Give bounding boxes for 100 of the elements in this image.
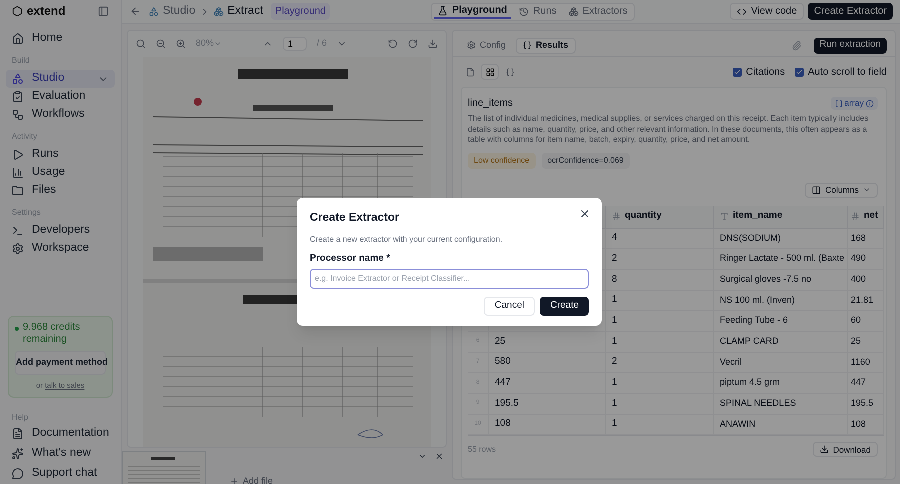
checkbox[interactable]: [733, 68, 742, 76]
table-cell: 8: [606, 270, 714, 290]
download-button[interactable]: Download: [813, 442, 878, 458]
breadcrumb-item[interactable]: Studio: [149, 2, 196, 20]
field-label: Processor name *: [310, 252, 392, 266]
sidebar-item[interactable]: Usage: [6, 164, 115, 182]
checkbox-label: Auto scroll to field: [808, 66, 887, 80]
table-cell: 490: [848, 249, 884, 269]
create-extractor-button[interactable]: Create Extractor: [808, 3, 893, 20]
tab[interactable]: Extractors: [564, 4, 632, 19]
table-cell: 1: [606, 373, 714, 393]
ocr-confidence: ocrConfidence=0.069: [542, 152, 630, 168]
zoom-out-icon[interactable]: [156, 39, 166, 49]
sidebar-item[interactable]: Files: [6, 182, 115, 200]
paperclip-icon[interactable]: [792, 40, 802, 50]
sidebar-item[interactable]: Documentation: [6, 425, 115, 443]
play-icon: [12, 149, 24, 161]
braces-icon: [523, 41, 532, 50]
table-cell: piptum 4.5 grm: [714, 373, 848, 393]
history-icon: [519, 6, 530, 16]
tab[interactable]: Runs: [515, 4, 561, 19]
processor-name-field[interactable]: e.g. Invoice Extractor or Receipt Classifier...: [310, 268, 589, 288]
brackets-icon: [834, 100, 843, 108]
column-header[interactable]: net: [848, 206, 884, 228]
view-code-button[interactable]: View code: [730, 3, 804, 20]
credits-text: 9.968 credits remaining: [23, 322, 82, 346]
check-icon: [734, 68, 742, 76]
terminal-icon: [12, 225, 24, 237]
back-icon[interactable]: [130, 6, 141, 17]
run-extraction-button[interactable]: Run extraction: [814, 38, 887, 54]
table-cell: DNS(SODIUM): [714, 228, 848, 248]
table-cell: 108: [848, 414, 884, 434]
rotate-left-icon[interactable]: [388, 39, 398, 49]
sidebar-item[interactable]: What's new: [6, 445, 115, 463]
columns-button[interactable]: Columns: [805, 182, 878, 198]
chevron-icon: [214, 40, 222, 48]
type-badge: array: [830, 97, 878, 110]
table-cell: 4: [606, 228, 714, 248]
logo-icon: [12, 6, 23, 16]
table-cell: 400: [848, 270, 884, 290]
tab[interactable]: Playground: [434, 4, 512, 19]
table-cell: 195.5: [488, 394, 606, 414]
file-icon: [466, 68, 474, 76]
table-cell: 1: [606, 394, 714, 414]
add-file-button[interactable]: Add file: [230, 474, 274, 484]
table-cell: CLAMP CARD: [714, 332, 848, 352]
flask-icon: [438, 6, 448, 16]
table-cell: Surgical gloves -7.5 no: [714, 270, 848, 290]
close-icon[interactable]: [579, 208, 591, 220]
braces-icon: [506, 68, 514, 76]
panel-tab[interactable]: Results: [516, 38, 576, 54]
brand-name: extend: [27, 3, 67, 20]
table-cell: 1160: [848, 352, 884, 372]
sidebar-item[interactable]: Home: [6, 30, 115, 48]
create-button[interactable]: Create: [540, 296, 589, 316]
table-cell: 447: [848, 373, 884, 393]
chevron-icon: [863, 186, 871, 194]
page-input[interactable]: 1: [283, 37, 307, 51]
sidebar-item[interactable]: Workspace: [6, 240, 115, 258]
table-cell: 25: [488, 332, 606, 352]
column-header[interactable]: quantity: [606, 206, 714, 228]
settings-icon: [467, 41, 476, 50]
sidebar-item[interactable]: Workflows: [6, 106, 115, 124]
table-cell: 2: [606, 249, 714, 269]
page-count: / 6: [317, 37, 328, 50]
search-icon[interactable]: [136, 39, 146, 49]
table-cell: 25: [848, 332, 884, 352]
zoom-in-icon[interactable]: [176, 39, 186, 49]
shapes-icon: [12, 73, 24, 85]
add-payment-button[interactable]: Add payment method: [15, 351, 106, 375]
close-icon[interactable]: [435, 452, 444, 461]
columns-icon: [812, 186, 822, 194]
info-icon: [866, 100, 874, 108]
sidebar-item[interactable]: Developers: [6, 222, 115, 240]
column-header[interactable]: item_name: [714, 206, 848, 228]
row-count: 55 rows: [468, 444, 498, 456]
sidebar-toggle-icon[interactable]: [98, 6, 109, 16]
field-name: line_items: [468, 97, 514, 111]
sidebar-item[interactable]: Support chat: [6, 465, 115, 483]
checkbox[interactable]: [795, 68, 804, 76]
rotate-right-icon[interactable]: [408, 39, 418, 49]
view-mode-toggle[interactable]: [481, 64, 499, 80]
table-cell: Ringer Lactate - 500 ml. (Baxte: [714, 249, 848, 269]
checkbox-label: Citations: [746, 66, 786, 80]
sidebar-item[interactable]: Evaluation: [6, 88, 115, 106]
table-cell: 1: [606, 311, 714, 331]
clipboard-icon: [12, 91, 24, 103]
shapes-icon: [149, 6, 159, 16]
table-cell: Feeding Tube - 6: [714, 311, 848, 331]
panel-tab[interactable]: Config: [461, 38, 512, 54]
table-cell: 168: [848, 228, 884, 248]
sidebar-item[interactable]: Runs: [6, 146, 115, 164]
breadcrumb-item[interactable]: Extract: [214, 2, 264, 20]
download-icon: [820, 445, 830, 454]
cancel-button[interactable]: Cancel: [484, 296, 536, 316]
table-cell: 60: [848, 311, 884, 331]
collapse-icon[interactable]: [418, 452, 427, 461]
sidebar-item[interactable]: Studio: [6, 70, 115, 88]
table-cell: 2: [606, 352, 714, 372]
download-icon[interactable]: [428, 39, 438, 49]
